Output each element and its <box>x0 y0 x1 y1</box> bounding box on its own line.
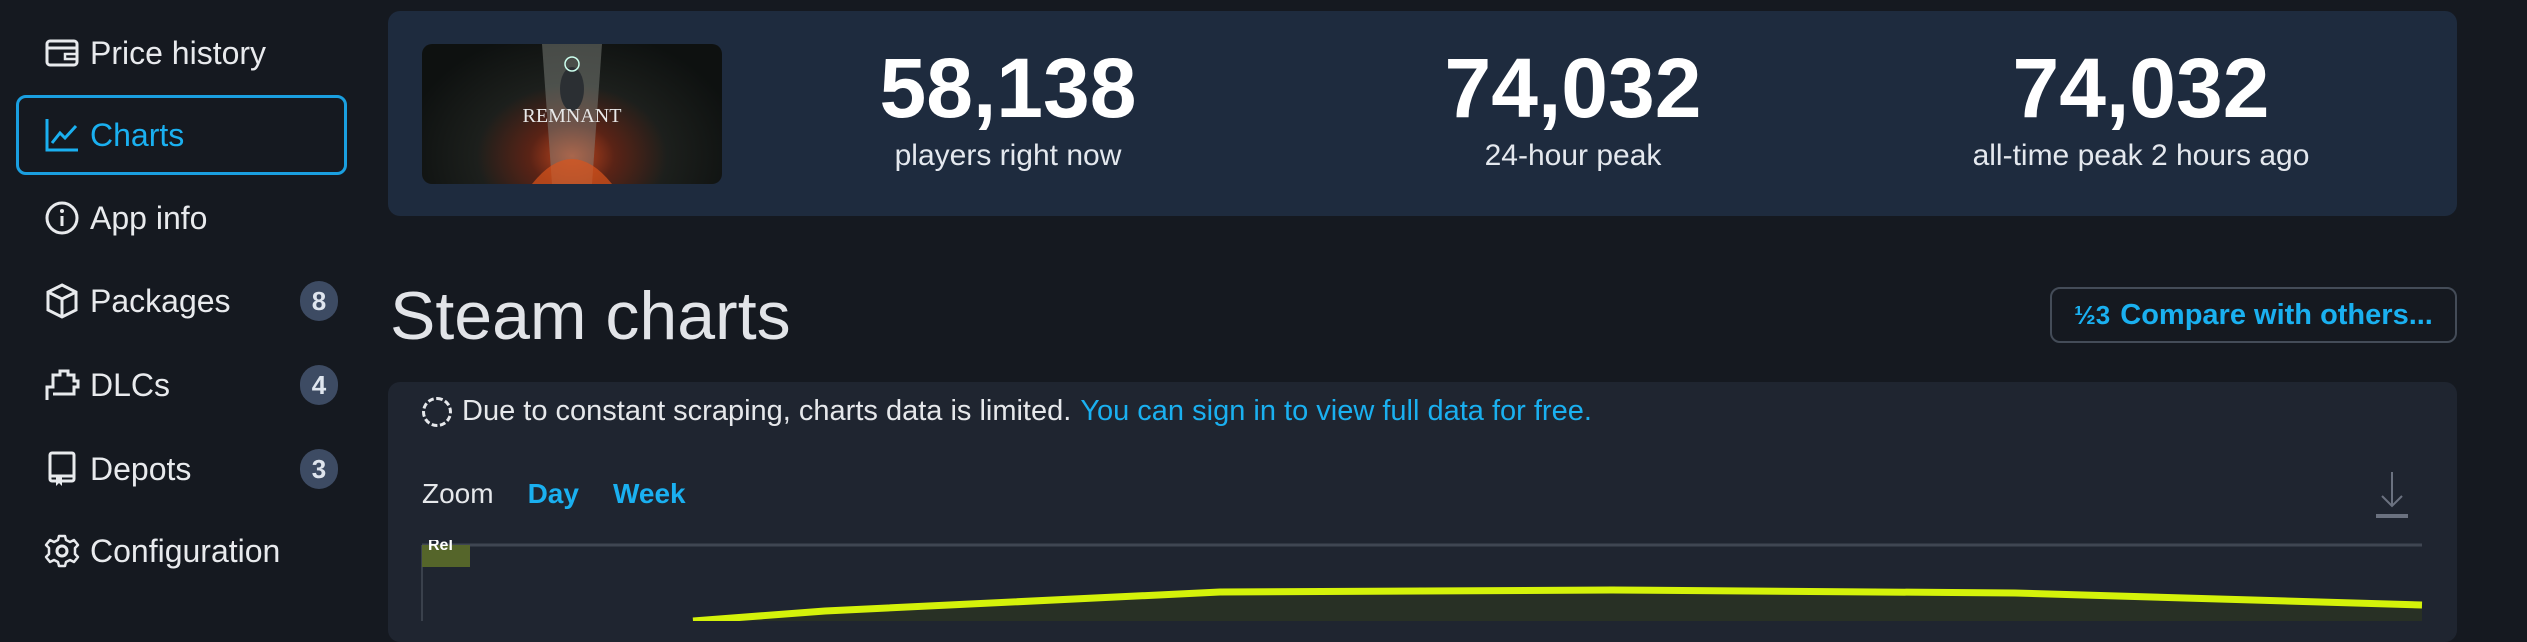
stat-24h-peak: 74,032 24-hour peak <box>1273 40 1873 176</box>
sidebar-item-label: Configuration <box>90 532 281 569</box>
sidebar-item-label: App info <box>90 199 208 236</box>
zoom-controls: Zoom Day Week <box>422 474 686 514</box>
book-icon <box>42 449 82 489</box>
sign-in-link[interactable]: You can sign in to view full data for fr… <box>1080 395 1592 428</box>
sidebar-item-price-history[interactable]: Price history <box>16 13 347 93</box>
box-icon <box>42 281 82 321</box>
dlcs-count-badge: 4 <box>300 365 338 405</box>
loading-dashed-circle-icon <box>422 396 452 427</box>
depots-count-badge: 3 <box>300 449 338 489</box>
packages-count-badge: 8 <box>300 281 338 321</box>
sidebar-item-label: Packages <box>90 282 231 319</box>
info-icon <box>42 198 82 238</box>
stat-all-time-peak: 74,032 all-time peak 2 hours ago <box>1841 40 2441 176</box>
download-icon[interactable] <box>2372 470 2412 520</box>
sidebar-item-app-info[interactable]: App info <box>16 178 347 258</box>
stat-value: 74,032 <box>1444 41 1702 135</box>
chart-line-icon <box>42 115 82 155</box>
puzzle-icon <box>42 365 82 405</box>
zoom-week-button[interactable]: Week <box>613 478 686 510</box>
sidebar-item-packages[interactable]: Packages 8 <box>16 261 347 341</box>
game-logo: REMNANT <box>523 105 622 127</box>
wallet-icon <box>42 33 82 73</box>
stat-label: all-time peak 2 hours ago <box>1972 139 2310 172</box>
sidebar-item-label: Charts <box>90 116 185 153</box>
numbers-icon: ½3 <box>2074 299 2111 330</box>
stat-value: 58,138 <box>879 41 1137 135</box>
compare-button[interactable]: ½3 Compare with others... <box>2050 287 2457 343</box>
scraping-notice: Due to constant scraping, charts data is… <box>422 395 1592 428</box>
zoom-day-button[interactable]: Day <box>528 478 579 510</box>
player-count-chart: Rel <box>421 540 2423 621</box>
zoom-label: Zoom <box>422 478 494 509</box>
sidebar-item-configuration[interactable]: Configuration <box>16 511 347 591</box>
gear-icon <box>42 531 82 571</box>
sidebar-item-label: Price history <box>90 34 267 71</box>
game-header-image: REMNANT <box>422 44 722 184</box>
sidebar-item-depots[interactable]: Depots 3 <box>16 429 347 509</box>
sidebar-item-charts[interactable]: Charts <box>16 95 347 175</box>
sidebar-item-label: DLCs <box>90 366 171 403</box>
stat-label: 24-hour peak <box>1484 139 1662 172</box>
notice-text: Due to constant scraping, charts data is… <box>462 395 1072 427</box>
stat-label: players right now <box>894 139 1122 172</box>
stat-value: 74,032 <box>2012 41 2270 135</box>
page-title: Steam charts <box>390 278 791 354</box>
compare-label: Compare with others... <box>2120 298 2433 331</box>
stat-players-now: 58,138 players right now <box>708 40 1308 176</box>
sidebar-item-dlcs[interactable]: DLCs 4 <box>16 345 347 425</box>
sidebar-item-label: Depots <box>90 450 192 487</box>
release-flag-label: Rel <box>428 540 453 554</box>
